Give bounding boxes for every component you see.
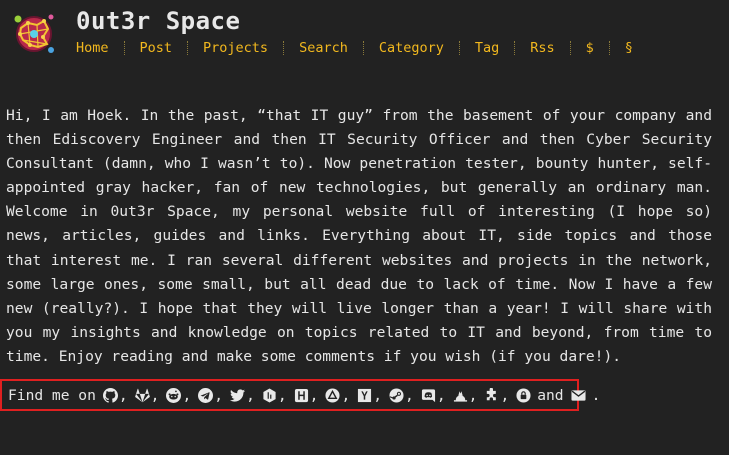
separator-comma: , bbox=[150, 386, 160, 404]
nav-separator bbox=[123, 41, 125, 55]
separator-comma: , bbox=[436, 386, 446, 404]
nav-separator bbox=[608, 41, 610, 55]
discord-icon[interactable] bbox=[421, 387, 436, 403]
separator-comma: , bbox=[182, 386, 192, 404]
end-period: . bbox=[591, 386, 601, 404]
site-header: 0ut3r Space Home Post Projects Search Ca… bbox=[0, 0, 729, 70]
nav-about[interactable]: § bbox=[625, 40, 633, 56]
nav-tag[interactable]: Tag bbox=[475, 40, 499, 56]
nav-separator bbox=[458, 41, 460, 55]
separator-comma: , bbox=[468, 386, 478, 404]
separator-comma: , bbox=[405, 386, 414, 404]
intro-paragraph: Hi, I am Hoek. In the past, “that IT guy… bbox=[6, 107, 712, 365]
nav-rss[interactable]: Rss bbox=[530, 40, 554, 56]
lock-icon[interactable] bbox=[516, 387, 531, 403]
separator-comma: , bbox=[341, 386, 351, 404]
twitter-icon[interactable] bbox=[230, 387, 246, 403]
nav-projects[interactable]: Projects bbox=[203, 40, 268, 56]
reddit-icon[interactable] bbox=[166, 387, 182, 403]
nav-search[interactable]: Search bbox=[299, 40, 348, 56]
github-icon[interactable] bbox=[102, 387, 118, 403]
separator-comma: , bbox=[118, 386, 128, 404]
nav-donate[interactable]: $ bbox=[586, 40, 594, 56]
site-logo[interactable] bbox=[11, 10, 57, 56]
and-text: and bbox=[537, 386, 564, 404]
tryhackme-icon[interactable] bbox=[325, 387, 340, 403]
separator-comma: , bbox=[214, 386, 224, 404]
site-title[interactable]: 0ut3r Space bbox=[76, 7, 240, 35]
separator-comma: , bbox=[500, 386, 510, 404]
separator-comma: , bbox=[246, 386, 255, 404]
hackthebox-icon[interactable] bbox=[294, 387, 309, 403]
nav-separator bbox=[187, 41, 189, 55]
nav-separator bbox=[283, 41, 285, 55]
telegram-icon[interactable] bbox=[198, 387, 214, 403]
codewars-icon[interactable] bbox=[453, 387, 468, 403]
hackerone-icon[interactable] bbox=[262, 387, 277, 403]
nav-home[interactable]: Home bbox=[76, 40, 109, 56]
find-me-label: Find me on bbox=[8, 386, 96, 404]
separator-comma: , bbox=[373, 386, 383, 404]
gitlab-icon[interactable] bbox=[134, 387, 150, 403]
nav-separator bbox=[514, 41, 516, 55]
envelope-icon[interactable] bbox=[571, 387, 586, 403]
nav-separator bbox=[362, 41, 364, 55]
main-nav: Home Post Projects Search Category Tag R… bbox=[76, 40, 633, 56]
nav-post[interactable]: Post bbox=[140, 40, 173, 56]
separator-comma: , bbox=[309, 386, 319, 404]
separator-comma: , bbox=[277, 386, 287, 404]
social-links: Find me on , , , , , , , , , , , , , and… bbox=[0, 379, 600, 411]
puzzle-icon[interactable] bbox=[484, 387, 499, 403]
steam-icon[interactable] bbox=[389, 387, 404, 403]
nav-separator bbox=[569, 41, 571, 55]
ycombinator-icon[interactable] bbox=[357, 387, 372, 403]
nav-category[interactable]: Category bbox=[379, 40, 444, 56]
